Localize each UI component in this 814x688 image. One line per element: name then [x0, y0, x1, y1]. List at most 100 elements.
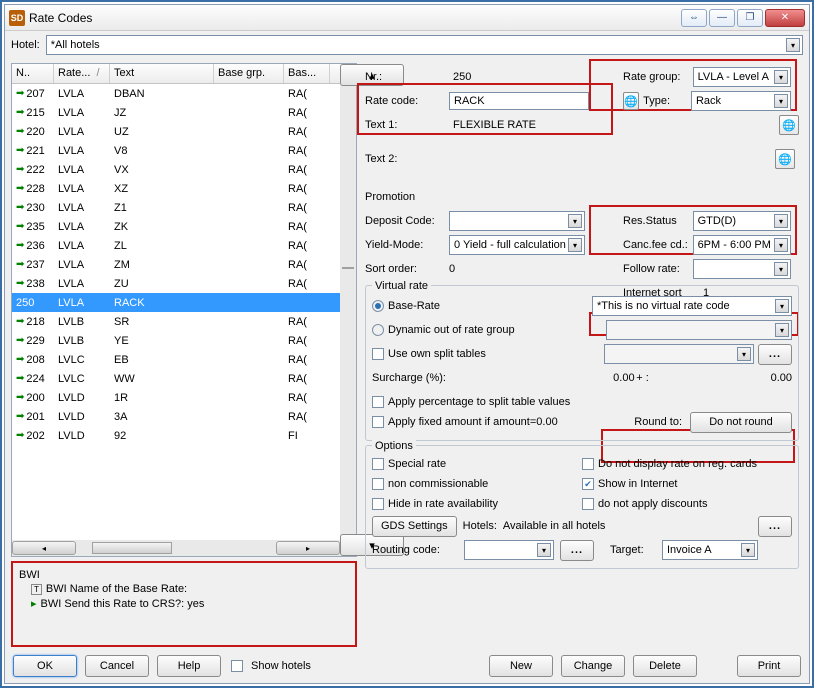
- text1-label: Text 1:: [365, 119, 449, 131]
- non-comm-check[interactable]: [372, 478, 384, 490]
- table-row[interactable]: ➡200LVLD1RRA(: [12, 388, 340, 407]
- text2-value[interactable]: [449, 150, 589, 168]
- show-internet-check[interactable]: ✔: [582, 478, 594, 490]
- table-row[interactable]: ➡201LVLD3ARA(: [12, 407, 340, 426]
- green-arrow-icon: ➡: [16, 240, 24, 251]
- col-basegrp[interactable]: Base grp.: [214, 64, 284, 83]
- green-arrow-icon: ➡: [16, 126, 24, 137]
- ellipsis-button[interactable]: ...: [758, 344, 792, 365]
- row-text: Z1: [110, 201, 214, 215]
- cancel-button[interactable]: Cancel: [85, 655, 149, 677]
- virtual-combo[interactable]: *This is no virtual rate code▾: [592, 296, 792, 316]
- toolbar: Hotel: *All hotels ▾: [5, 31, 809, 59]
- dynamic-radio[interactable]: [372, 324, 384, 336]
- row-nr: 220: [26, 126, 44, 138]
- help-icon[interactable]: ⇔: [681, 9, 707, 27]
- table-row[interactable]: ➡235LVLAZKRA(: [12, 217, 340, 236]
- maximize-button[interactable]: ❐: [737, 9, 763, 27]
- green-arrow-icon: ➡: [16, 430, 24, 441]
- type-value: Rack: [696, 95, 721, 107]
- table-row[interactable]: ➡221LVLAV8RA(: [12, 141, 340, 160]
- plus-label: + :: [635, 372, 651, 384]
- row-basegrp: [214, 169, 284, 171]
- table-row[interactable]: ➡224LVLCWWRA(: [12, 369, 340, 388]
- col-bas[interactable]: Bas...: [284, 64, 330, 83]
- show-internet-label: Show in Internet: [598, 478, 678, 490]
- table-row[interactable]: ➡228LVLAXZRA(: [12, 179, 340, 198]
- gds-settings-button[interactable]: GDS Settings: [372, 516, 457, 537]
- table-row[interactable]: ➡250LVLARACK: [12, 293, 340, 312]
- help-button[interactable]: Help: [157, 655, 221, 677]
- rate-code-input[interactable]: RACK: [449, 92, 589, 110]
- new-button[interactable]: New: [489, 655, 553, 677]
- row-text: ZL: [110, 239, 214, 253]
- own-split-check[interactable]: [372, 348, 384, 360]
- canc-fee-combo[interactable]: 6PM - 6:00 PM▾: [693, 235, 791, 255]
- follow-rate-combo[interactable]: ▾: [693, 259, 791, 279]
- vertical-scrollbar[interactable]: ▴ ▾: [340, 64, 356, 556]
- close-button[interactable]: ✕: [765, 9, 805, 27]
- table-row[interactable]: ➡207LVLADBANRA(: [12, 84, 340, 103]
- row-text: V8: [110, 144, 214, 158]
- table-row[interactable]: ➡230LVLAZ1RA(: [12, 198, 340, 217]
- type-combo[interactable]: Rack▾: [691, 91, 791, 111]
- row-text: 1R: [110, 391, 214, 405]
- hotels-ellipsis-button[interactable]: ...: [758, 516, 792, 537]
- show-hotels-check[interactable]: [231, 660, 243, 672]
- no-discounts-check[interactable]: [582, 498, 594, 510]
- deposit-combo[interactable]: ▾: [449, 211, 585, 231]
- table-row[interactable]: ➡220LVLAUZRA(: [12, 122, 340, 141]
- table-row[interactable]: ➡229LVLBYERA(: [12, 331, 340, 350]
- apply-pct-check[interactable]: [372, 396, 384, 408]
- col-sort[interactable]: /: [97, 67, 100, 79]
- no-reg-cards-check[interactable]: [582, 458, 594, 470]
- col-nr[interactable]: N..: [12, 64, 54, 83]
- yield-combo[interactable]: 0 Yield - full calculation▾: [449, 235, 585, 255]
- col-rate[interactable]: Rate...: [58, 67, 90, 79]
- green-arrow-icon: ➡: [16, 278, 24, 289]
- show-hotels-label: Show hotels: [251, 660, 311, 672]
- canc-fee-label: Canc.fee cd.:: [623, 239, 693, 251]
- row-text: RACK: [110, 296, 214, 310]
- text1-value[interactable]: FLEXIBLE RATE: [449, 116, 589, 134]
- row-rate: LVLC: [54, 353, 110, 367]
- options-group: Options Special rate non commissionable …: [365, 445, 799, 569]
- type-label: Type:: [643, 95, 691, 107]
- hotel-combo[interactable]: *All hotels ▾: [46, 35, 803, 55]
- table-row[interactable]: ➡236LVLAZLRA(: [12, 236, 340, 255]
- table-row[interactable]: ➡218LVLBSRRA(: [12, 312, 340, 331]
- table-row[interactable]: ➡215LVLAJZRA(: [12, 103, 340, 122]
- special-rate-check[interactable]: [372, 458, 384, 470]
- routing-ellipsis-button[interactable]: ...: [560, 540, 594, 561]
- apply-fixed-check[interactable]: [372, 416, 384, 428]
- round-button[interactable]: Do not round: [690, 412, 792, 433]
- table-row[interactable]: ➡222LVLAVXRA(: [12, 160, 340, 179]
- target-combo[interactable]: Invoice A▾: [662, 540, 758, 560]
- row-bas: RA(: [284, 239, 330, 253]
- flag-icon: ▸: [31, 597, 37, 610]
- globe-icon[interactable]: 🌐: [623, 92, 639, 110]
- row-nr: 207: [26, 88, 44, 100]
- table-row[interactable]: ➡208LVLCEBRA(: [12, 350, 340, 369]
- res-status-combo[interactable]: GTD(D)▾: [693, 211, 791, 231]
- rate-group-combo[interactable]: LVLA - Level A▾: [693, 67, 791, 87]
- green-arrow-icon: ➡: [16, 259, 24, 270]
- footer: OK Cancel Help Show hotels New Change De…: [5, 649, 809, 683]
- base-rate-radio[interactable]: [372, 300, 384, 312]
- row-rate: LVLA: [54, 296, 110, 310]
- col-text[interactable]: Text: [110, 64, 214, 83]
- horizontal-scrollbar[interactable]: ◂▸: [12, 540, 340, 556]
- change-button[interactable]: Change: [561, 655, 625, 677]
- table-row[interactable]: ➡237LVLAZMRA(: [12, 255, 340, 274]
- table-row[interactable]: ➡238LVLAZURA(: [12, 274, 340, 293]
- minimize-button[interactable]: —: [709, 9, 735, 27]
- hide-avail-check[interactable]: [372, 498, 384, 510]
- title-bar: SD Rate Codes ⇔ — ❐ ✕: [5, 5, 809, 31]
- table-row[interactable]: ➡202LVLD92FI: [12, 426, 340, 445]
- delete-button[interactable]: Delete: [633, 655, 697, 677]
- print-button[interactable]: Print: [737, 655, 801, 677]
- row-nr: 238: [26, 278, 44, 290]
- routing-combo[interactable]: ▾: [464, 540, 554, 560]
- sort-label: Sort order:: [365, 263, 449, 275]
- ok-button[interactable]: OK: [13, 655, 77, 677]
